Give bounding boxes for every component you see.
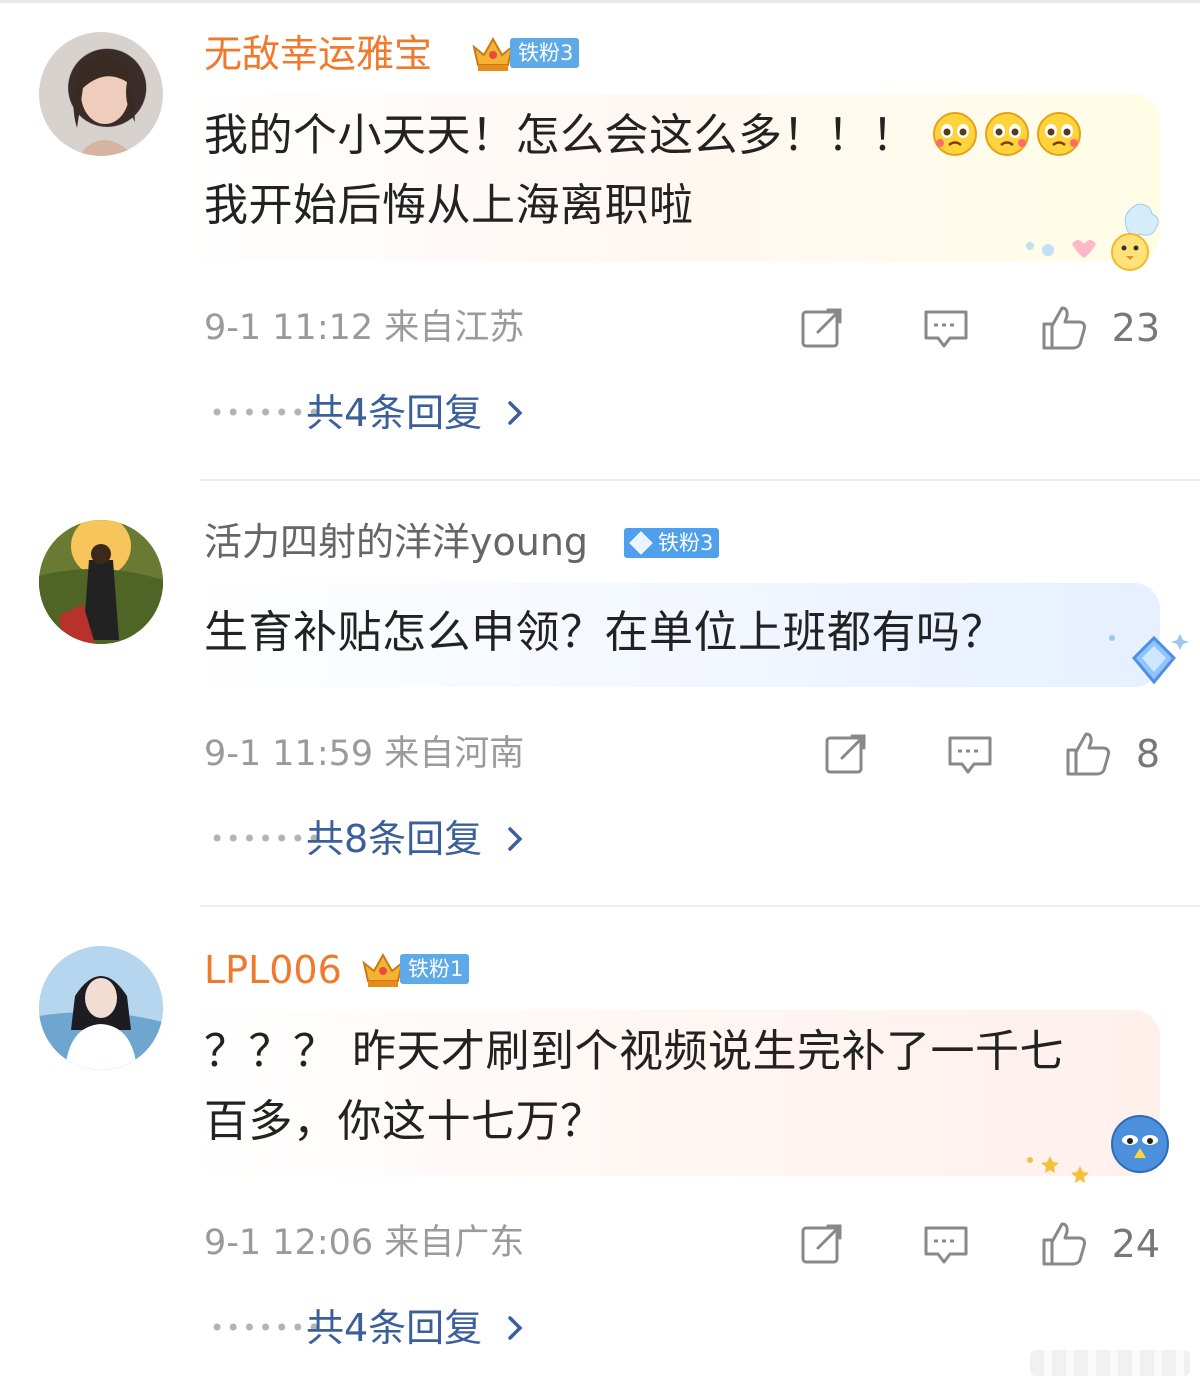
comment-divider <box>200 479 1200 481</box>
username[interactable]: 无敌幸运雅宝 <box>204 30 432 78</box>
emoji-group <box>930 109 1084 159</box>
diamond-icon <box>629 531 653 555</box>
avatar[interactable] <box>39 32 163 156</box>
comment-text: 生育补贴怎么申领？在单位上班都有吗？ <box>204 598 1144 668</box>
chevron-right-icon <box>508 827 523 851</box>
comment-actions: 24 <box>798 1220 1160 1268</box>
avatar-image <box>39 946 163 1070</box>
watermark-bar <box>1030 1350 1190 1376</box>
fan-badge[interactable]: 铁粉1 <box>360 952 470 987</box>
comment-divider <box>200 905 1200 907</box>
like-button[interactable]: 8 <box>1064 730 1160 778</box>
avatar-image <box>73 56 135 156</box>
bubble-decoration-chick-icon <box>1026 203 1159 271</box>
top-divider <box>0 0 1200 3</box>
comment-icon[interactable] <box>922 1220 970 1268</box>
replies-link[interactable]: ••••••• 共8条回复 <box>210 814 526 864</box>
replies-link[interactable]: ••••••• 共4条回复 <box>210 1303 526 1353</box>
comment-text-line: 我的个小天天！怎么会这么多！！！ <box>204 110 916 161</box>
reply-count-text: 共4条回复 <box>306 391 483 435</box>
comment-text-line: 百多，你这十七万？ <box>204 1096 605 1147</box>
comment-actions: 8 <box>822 730 1160 778</box>
username[interactable]: LPL006 <box>204 946 342 994</box>
comment-timestamp: 9-1 12:06 来自广东 <box>204 1223 525 1263</box>
badge-label: 铁粉1 <box>400 954 470 984</box>
replies-link[interactable]: ••••••• 共4条回复 <box>210 388 526 438</box>
comment-text-line: 生育补贴怎么申领？在单位上班都有吗？ <box>204 607 1005 658</box>
comment-text-line: ？？？ 昨天才刷到个视频说生完补了一千七 <box>204 1026 1064 1077</box>
like-button[interactable]: 23 <box>1040 304 1160 352</box>
comment-text-line: 我开始后悔从上海离职啦 <box>204 180 694 231</box>
reply-count-text: 共8条回复 <box>306 817 483 861</box>
comment-text: ？？？ 昨天才刷到个视频说生完补了一千七 百多，你这十七万？ <box>204 1017 1144 1157</box>
crying-emoji-icon <box>933 112 977 156</box>
comment-timestamp: 9-1 11:59 来自河南 <box>204 734 525 774</box>
dots-decoration: ••••••• <box>210 1314 324 1342</box>
like-button[interactable]: 24 <box>1040 1220 1160 1268</box>
bubble-decoration-diamond-icon <box>1109 634 1189 685</box>
dots-decoration: ••••••• <box>210 825 324 853</box>
share-icon[interactable] <box>798 304 846 352</box>
comment-text: 我的个小天天！怎么会这么多！！！ 我开始后悔从上海离职啦 <box>204 101 1144 241</box>
bubble-decoration-star-icon <box>1027 1115 1169 1183</box>
avatar-image <box>39 520 163 644</box>
share-icon[interactable] <box>822 730 870 778</box>
comment-timestamp: 9-1 11:12 来自江苏 <box>204 308 525 348</box>
thumbs-up-icon <box>1066 732 1110 776</box>
like-count: 23 <box>1111 306 1160 350</box>
fan-badge[interactable]: 铁粉3 <box>624 526 720 560</box>
like-count: 24 <box>1111 1222 1160 1266</box>
chevron-right-icon <box>508 1316 523 1340</box>
like-count: 8 <box>1135 732 1160 776</box>
avatar[interactable] <box>39 946 163 1070</box>
chevron-right-icon <box>508 401 523 425</box>
comment-actions: 23 <box>798 304 1160 352</box>
badge-label: 铁粉3 <box>510 38 580 68</box>
fan-badge[interactable]: 铁粉3 <box>470 36 580 71</box>
share-icon[interactable] <box>798 1220 846 1268</box>
thumbs-up-icon <box>1042 306 1086 350</box>
reply-count-text: 共4条回复 <box>306 1306 483 1350</box>
avatar[interactable] <box>39 520 163 644</box>
comment-icon[interactable] <box>946 730 994 778</box>
badge-label-wrap: 铁粉3 <box>624 528 720 558</box>
username[interactable]: 活力四射的洋洋young <box>204 518 588 566</box>
dots-decoration: ••••••• <box>210 399 324 427</box>
thumbs-up-icon <box>1042 1222 1086 1266</box>
comment-icon[interactable] <box>922 304 970 352</box>
crying-emoji-icon <box>985 112 1029 156</box>
crying-emoji-icon <box>1037 112 1081 156</box>
badge-label: 铁粉3 <box>658 531 714 555</box>
